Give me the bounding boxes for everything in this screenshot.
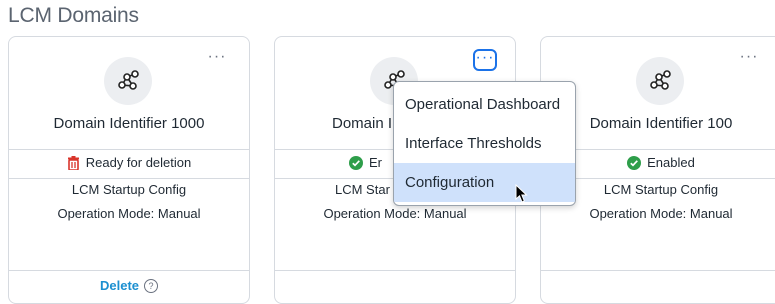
page-title: LCM Domains xyxy=(8,4,139,27)
status-row: Enabled xyxy=(541,155,775,170)
more-options-button[interactable]: ··· xyxy=(205,49,229,71)
more-options-button[interactable]: ··· xyxy=(737,49,761,71)
divider xyxy=(9,270,249,271)
domain-avatar xyxy=(104,57,152,105)
operation-mode: Operation Mode: Manual xyxy=(589,206,733,221)
menu-item-interface-thresholds[interactable]: Interface Thresholds xyxy=(394,124,575,163)
more-options-menu: Operational Dashboard Interface Threshol… xyxy=(393,81,576,206)
domain-name: Domain Identifier 1000 xyxy=(53,115,205,132)
config-label: LCM Startup Config xyxy=(603,182,719,197)
trash-icon xyxy=(67,155,79,170)
domain-card-1[interactable]: ··· Domain Identifier 1000 Ready for del… xyxy=(8,36,250,304)
divider xyxy=(9,178,249,179)
delete-action: Delete ? xyxy=(9,278,249,293)
divider xyxy=(9,149,249,150)
menu-item-operational-dashboard[interactable]: Operational Dashboard xyxy=(394,85,575,124)
domain-avatar xyxy=(636,57,684,105)
operation-mode: Operation Mode: Manual xyxy=(57,206,201,221)
divider xyxy=(541,178,775,179)
help-icon[interactable]: ? xyxy=(144,278,159,293)
operation-mode: Operation Mode: Manual xyxy=(323,206,467,221)
status-text: Ready for deletion xyxy=(85,155,192,170)
network-nodes-icon xyxy=(118,70,139,90)
status-text: Er xyxy=(369,155,382,170)
divider xyxy=(541,270,775,271)
delete-link[interactable]: Delete xyxy=(100,278,139,293)
status-row: Ready for deletion xyxy=(9,155,249,170)
divider xyxy=(275,270,515,271)
check-circle-icon xyxy=(627,155,642,170)
menu-item-configuration[interactable]: Configuration xyxy=(394,163,575,202)
check-circle-icon xyxy=(349,155,363,170)
status-text: Enabled xyxy=(647,155,695,170)
more-options-button[interactable]: ··· xyxy=(473,49,497,71)
domain-name: Domain Identifier 100 xyxy=(589,115,733,132)
mouse-cursor-icon xyxy=(515,184,528,203)
network-nodes-icon xyxy=(650,70,671,90)
divider xyxy=(541,149,775,150)
config-label: LCM Startup Config xyxy=(71,182,187,197)
